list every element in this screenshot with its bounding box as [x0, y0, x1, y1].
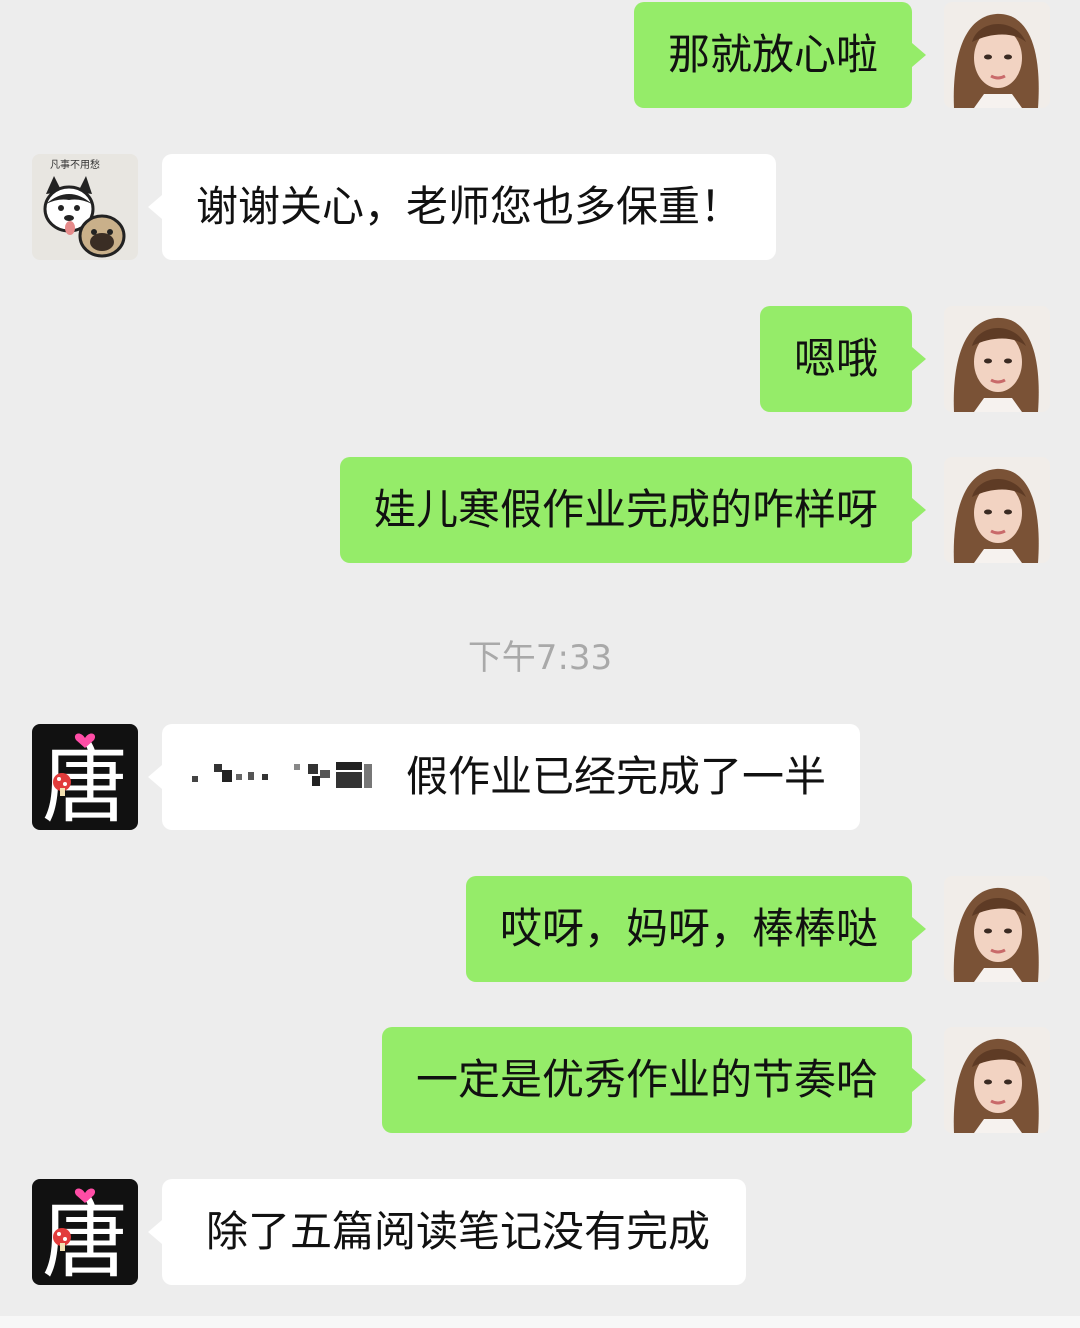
redaction-mask: [190, 727, 400, 833]
contact-avatar[interactable]: 唐: [32, 724, 138, 830]
woman-avatar-icon: [944, 457, 1050, 563]
user-avatar[interactable]: [944, 1027, 1050, 1133]
user-avatar[interactable]: [944, 2, 1050, 108]
contact-avatar[interactable]: 凡事不用愁: [32, 154, 138, 260]
message-bubble[interactable]: 一定是优秀作业的节奏哈: [381, 1027, 927, 1133]
message-bubble[interactable]: 那就放心啦: [633, 2, 927, 108]
message-bubble[interactable]: 谢谢关心，老师您也多保重！: [147, 154, 777, 260]
contact-avatar[interactable]: 唐: [32, 1179, 138, 1285]
woman-avatar-icon: [944, 306, 1050, 412]
woman-avatar-icon: [944, 876, 1050, 982]
message-bubble[interactable]: 除了五篇阅读笔记没有完成: [147, 1179, 747, 1285]
input-bar: [0, 1316, 1080, 1328]
tang-avatar-icon: 唐: [32, 724, 138, 830]
woman-avatar-icon: [944, 2, 1050, 108]
avatar-caption: 凡事不用愁: [50, 160, 100, 171]
woman-avatar-icon: [944, 1027, 1050, 1133]
user-avatar[interactable]: [944, 306, 1050, 412]
message-bubble[interactable]: 哎呀，妈呀，棒棒哒: [465, 876, 927, 982]
message-bubble[interactable]: 娃儿寒假作业完成的咋样呀: [339, 457, 927, 563]
user-avatar[interactable]: [944, 876, 1050, 982]
message-text: 假作业已经完成了一半: [406, 752, 827, 801]
user-avatar[interactable]: [944, 457, 1050, 563]
message-bubble[interactable]: 嗯哦: [759, 306, 927, 412]
message-bubble[interactable]: 假作业已经完成了一半: [147, 724, 861, 833]
chat-timestamp: 下午7:33: [467, 638, 613, 678]
tang-avatar-icon: 唐: [32, 1179, 138, 1285]
